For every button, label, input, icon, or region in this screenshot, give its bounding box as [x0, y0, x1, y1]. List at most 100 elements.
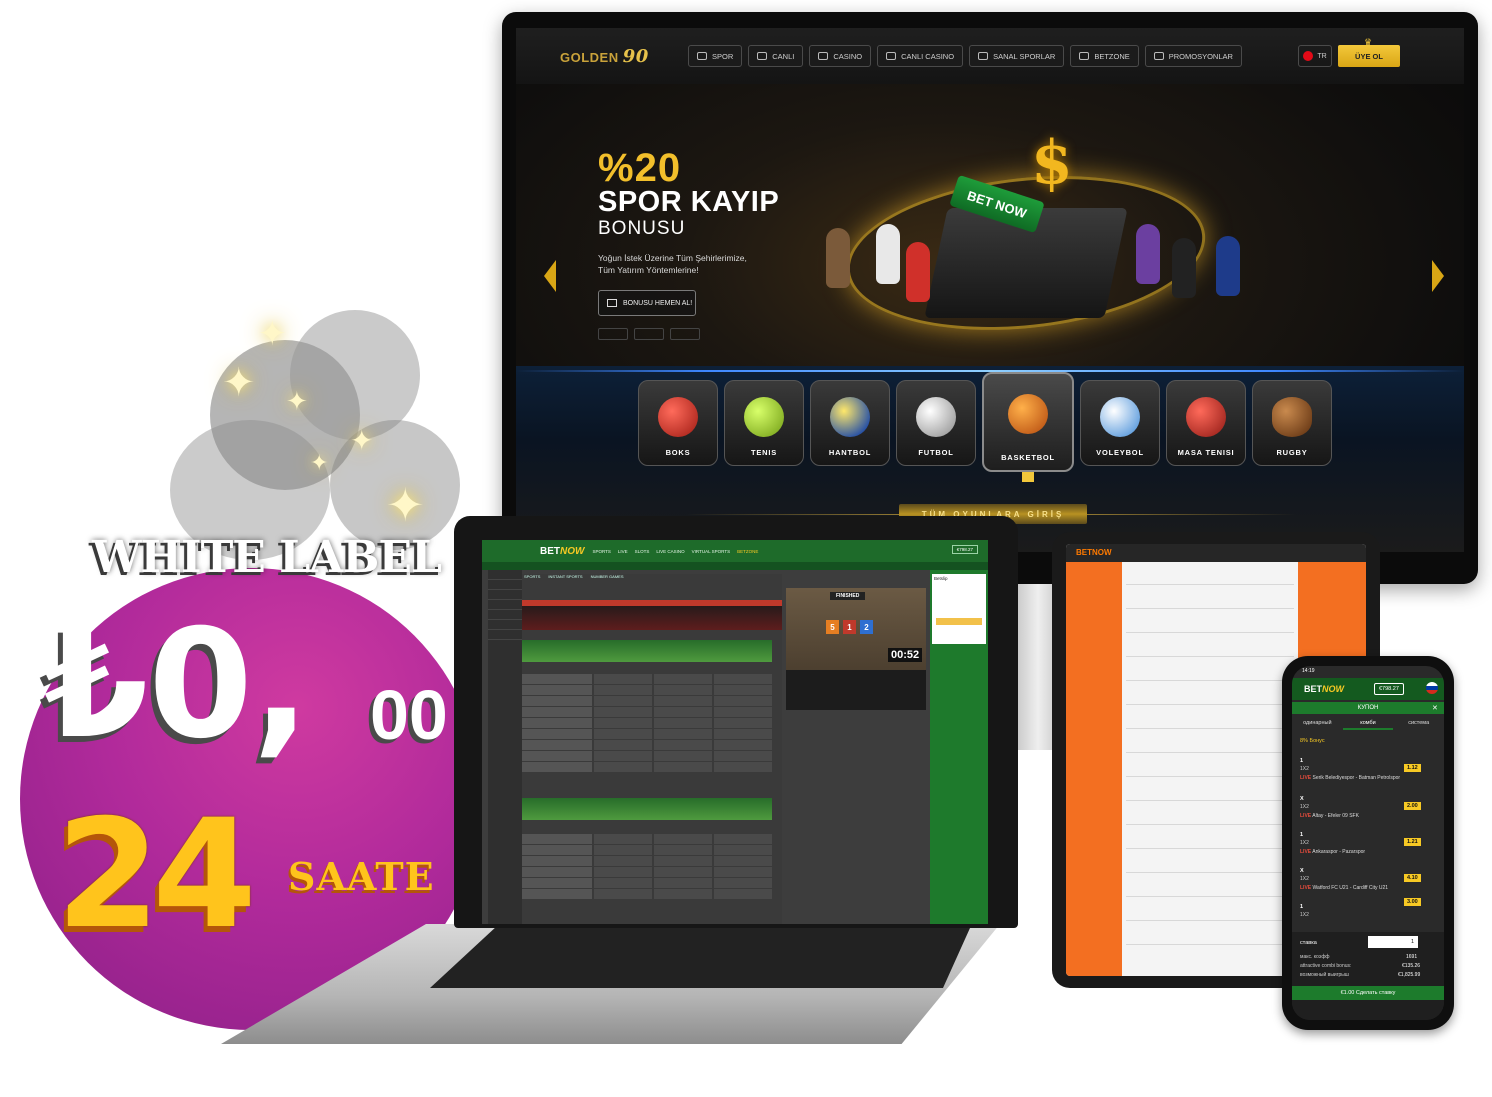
odd-cell[interactable] — [654, 878, 712, 888]
odd-cell[interactable] — [654, 856, 712, 866]
nav-spor[interactable]: SPOR — [688, 45, 743, 67]
tab-instant-sports[interactable]: INSTANT SPORTS — [548, 574, 582, 579]
odd-cell[interactable] — [654, 674, 712, 684]
sport-card-tenis[interactable]: TENIS — [724, 380, 804, 466]
odd-cell[interactable] — [714, 751, 772, 761]
odd-cell[interactable] — [594, 674, 652, 684]
slider-prev-icon[interactable] — [544, 260, 556, 292]
claim-bonus-button[interactable]: BONUSU HEMEN AL! — [598, 290, 696, 316]
sidebar-row[interactable] — [488, 630, 522, 640]
nav-item[interactable]: LIVE — [618, 549, 628, 554]
odd-cell[interactable] — [594, 845, 652, 855]
price-main: ₺0, — [44, 598, 310, 772]
odd-cell[interactable] — [714, 696, 772, 706]
odd-cell[interactable] — [654, 707, 712, 717]
odd-cell[interactable] — [654, 845, 712, 855]
odd-cell[interactable] — [714, 685, 772, 695]
nav-item[interactable]: VIRTUAL SPORTS — [692, 549, 730, 554]
slider-next-icon[interactable] — [1432, 260, 1444, 292]
sport-card-rugby[interactable]: RUGBY — [1252, 380, 1332, 466]
odd-cell[interactable] — [654, 685, 712, 695]
sidebar-row[interactable] — [488, 600, 522, 610]
betnow-logo[interactable]: BETNOW — [540, 546, 584, 557]
sidebar-row[interactable] — [488, 580, 522, 590]
account-balance[interactable]: €798.27 — [951, 545, 978, 554]
nav-canli[interactable]: CANLI — [748, 45, 804, 67]
odd-cell[interactable] — [714, 718, 772, 728]
odd-cell[interactable] — [654, 889, 712, 899]
russia-flag-icon[interactable] — [1426, 682, 1438, 694]
mini-button[interactable] — [670, 328, 700, 340]
tab-combo[interactable]: комби — [1342, 716, 1394, 730]
site-logo[interactable]: GOLDEN 90 — [560, 46, 649, 67]
sport-card-voleybol[interactable]: VOLEYBOL — [1080, 380, 1160, 466]
nav-canli-casino[interactable]: CANLI CASINO — [877, 45, 964, 67]
betnow-logo[interactable]: BETNOW — [1304, 684, 1344, 694]
odd-cell[interactable] — [654, 718, 712, 728]
signup-button[interactable]: ÜYE OL — [1338, 45, 1400, 67]
odd-cell[interactable] — [654, 696, 712, 706]
sidebar-row[interactable] — [488, 610, 522, 620]
mini-button[interactable] — [598, 328, 628, 340]
odd-cell[interactable] — [594, 696, 652, 706]
odd-cell[interactable] — [594, 685, 652, 695]
odd-cell[interactable] — [714, 856, 772, 866]
odd-cell[interactable] — [714, 834, 772, 844]
odd-cell[interactable] — [714, 889, 772, 899]
odd-cell[interactable] — [714, 878, 772, 888]
odd-cell[interactable] — [654, 751, 712, 761]
odd-cell[interactable] — [714, 729, 772, 739]
odd-cell[interactable] — [594, 878, 652, 888]
odd-cell[interactable] — [594, 718, 652, 728]
place-bet-button[interactable]: €1.00 Сделать ставку — [1292, 986, 1444, 1000]
odd-cell[interactable] — [594, 856, 652, 866]
odd-cell[interactable] — [594, 729, 652, 739]
sport-card-basketbol[interactable]: BASKETBOL — [982, 372, 1074, 482]
odd-cell[interactable] — [654, 729, 712, 739]
odd-cell[interactable] — [714, 845, 772, 855]
language-selector[interactable]: TR — [1298, 45, 1332, 67]
account-balance[interactable]: €798.27 — [1374, 683, 1404, 695]
tab-system[interactable]: система — [1393, 716, 1444, 730]
nav-sanal-sporlar[interactable]: SANAL SPORLAR — [969, 45, 1065, 67]
nav-item-betzone[interactable]: BETZONE — [737, 549, 758, 554]
odd-cell[interactable] — [654, 740, 712, 750]
nav-betzone[interactable]: BETZONE — [1070, 45, 1139, 67]
odd-cell[interactable] — [594, 834, 652, 844]
odd-cell[interactable] — [594, 889, 652, 899]
sport-card-masa-tenisi[interactable]: MASA TENISI — [1166, 380, 1246, 466]
odd-cell[interactable] — [714, 740, 772, 750]
nav-item[interactable]: SPORTS — [592, 549, 610, 554]
odd-cell[interactable] — [654, 834, 712, 844]
nav-casino[interactable]: CASINO — [809, 45, 872, 67]
tab-number-games[interactable]: NUMBER GAMES — [591, 574, 624, 579]
odd-cell[interactable] — [594, 707, 652, 717]
odd-cell[interactable] — [654, 762, 712, 772]
stake-input[interactable]: 1 — [1368, 936, 1418, 948]
odd-cell[interactable] — [654, 867, 712, 877]
odd-cell[interactable] — [594, 740, 652, 750]
sidebar-row[interactable] — [488, 620, 522, 630]
close-icon[interactable]: ✕ — [1432, 704, 1438, 712]
betslip-tab[interactable]: Betslip — [932, 574, 986, 583]
odd-cell[interactable] — [714, 762, 772, 772]
sidebar-row[interactable] — [488, 570, 522, 580]
odd-cell[interactable] — [714, 707, 772, 717]
odd-cell[interactable] — [714, 867, 772, 877]
odd-cell[interactable] — [714, 674, 772, 684]
betnow-logo[interactable]: BETNOW — [1076, 548, 1112, 557]
nav-promosyonlar[interactable]: PROMOSYONLAR — [1144, 45, 1242, 67]
mini-button[interactable] — [634, 328, 664, 340]
sport-card-boks[interactable]: BOKS — [638, 380, 718, 466]
tab-sports[interactable]: SPORTS — [524, 574, 540, 579]
sidebar-row[interactable] — [488, 590, 522, 600]
odd-cell[interactable] — [594, 751, 652, 761]
odd-cell[interactable] — [594, 762, 652, 772]
sport-card-hantbol[interactable]: HANTBOL — [810, 380, 890, 466]
tab-single[interactable]: одинарный — [1292, 716, 1343, 730]
nav-item[interactable]: LIVE CASINO — [656, 549, 684, 554]
nav-item[interactable]: SLOTS — [635, 549, 650, 554]
sport-card-futbol[interactable]: FUTBOL — [896, 380, 976, 466]
place-bet-button[interactable] — [936, 618, 982, 625]
odd-cell[interactable] — [594, 867, 652, 877]
